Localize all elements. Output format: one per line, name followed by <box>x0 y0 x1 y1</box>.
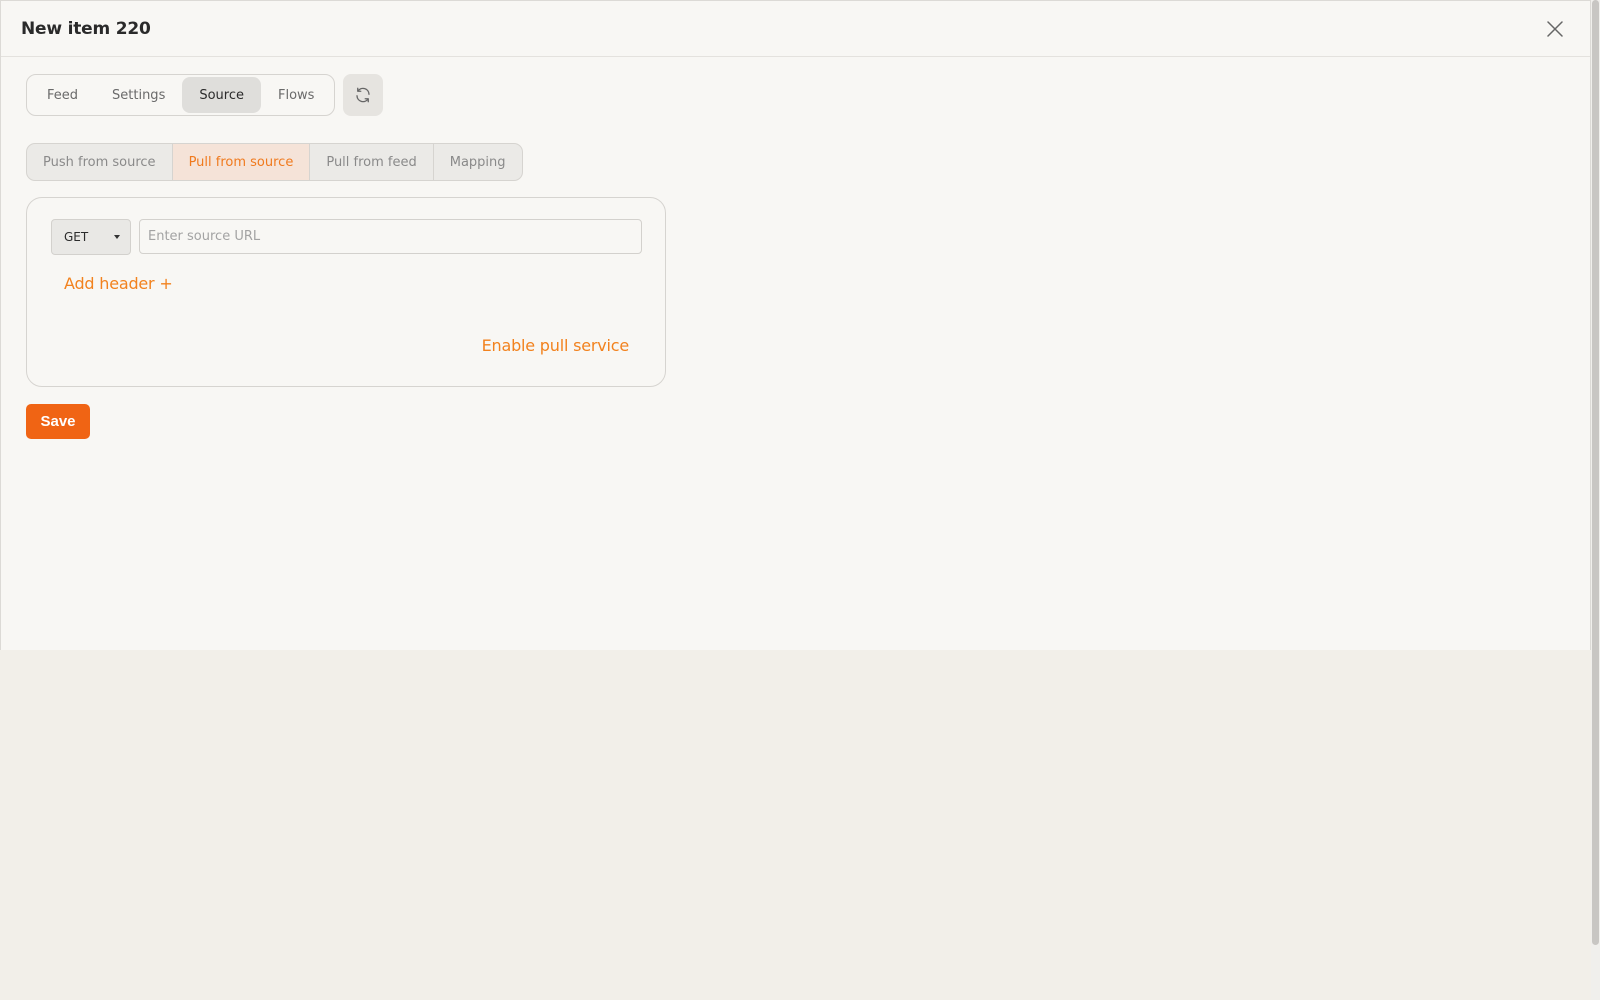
main-tabs: Feed Settings Source Flows <box>26 74 336 116</box>
page-scrollbar[interactable] <box>1591 0 1600 1000</box>
http-method-value: GET <box>64 230 89 244</box>
source-url-input[interactable] <box>139 219 642 254</box>
subtab-push-from-source[interactable]: Push from source <box>27 144 173 180</box>
http-method-select[interactable]: GET <box>51 219 131 255</box>
subtab-mapping[interactable]: Mapping <box>434 144 522 180</box>
pull-source-panel: GET Add header + Enable pull service <box>26 197 666 387</box>
enable-pull-service-link[interactable]: Enable pull service <box>482 336 630 355</box>
refresh-button[interactable] <box>343 74 384 116</box>
modal-title: New item 220 <box>21 18 151 39</box>
scrollbar-thumb[interactable] <box>1592 0 1599 945</box>
tab-settings[interactable]: Settings <box>95 77 182 113</box>
top-row: Feed Settings Source Flows <box>26 74 384 116</box>
source-subtabs: Push from source Pull from source Pull f… <box>26 143 523 181</box>
add-header-link[interactable]: Add header + <box>64 274 173 293</box>
tab-source[interactable]: Source <box>182 77 261 113</box>
refresh-icon <box>356 87 371 103</box>
close-button[interactable] <box>1543 17 1567 41</box>
subtab-pull-from-source[interactable]: Pull from source <box>172 144 311 180</box>
subtab-pull-from-feed[interactable]: Pull from feed <box>310 144 434 180</box>
tab-feed[interactable]: Feed <box>30 77 95 113</box>
tab-flows[interactable]: Flows <box>261 77 331 113</box>
close-icon <box>1547 20 1563 37</box>
modal-header: New item 220 <box>1 1 1590 57</box>
save-button[interactable]: Save <box>26 404 90 439</box>
caret-down-icon <box>114 235 120 239</box>
modal-dialog: New item 220 Feed Settings Source Flows … <box>0 0 1591 650</box>
